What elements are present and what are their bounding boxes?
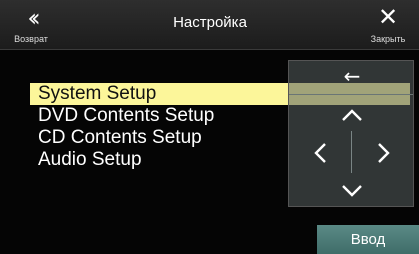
pad-back-button[interactable]: ←: [289, 61, 415, 91]
page-title: Настройка: [173, 14, 247, 31]
double-chevron-left-icon: ‹‹: [27, 4, 40, 32]
back-button[interactable]: ‹‹ Возврат: [0, 0, 62, 50]
pad-up-button[interactable]: [289, 99, 415, 129]
close-icon: ✕: [377, 3, 399, 31]
pad-left-button[interactable]: [299, 136, 341, 170]
chevron-left-icon: [314, 143, 326, 163]
pad-right-button[interactable]: [363, 136, 405, 170]
settings-screen: ‹‹ Возврат Настройка ✕ Закрыть System Se…: [0, 0, 419, 254]
header-bar: ‹‹ Возврат Настройка ✕ Закрыть: [0, 0, 419, 50]
arrow-left-icon: ←: [343, 64, 361, 88]
chevron-down-icon: [342, 185, 362, 197]
chevron-up-icon: [342, 109, 362, 121]
pad-center-divider: [351, 131, 352, 173]
close-button[interactable]: ✕ Закрыть: [357, 0, 419, 50]
chevron-right-icon: [378, 143, 390, 163]
close-label: Закрыть: [370, 34, 406, 44]
pad-down-button[interactable]: [289, 175, 415, 205]
enter-button[interactable]: Ввод: [317, 225, 419, 254]
pad-divider: [289, 94, 413, 95]
navigation-pad: ←: [288, 60, 414, 207]
back-label: Возврат: [14, 34, 48, 44]
